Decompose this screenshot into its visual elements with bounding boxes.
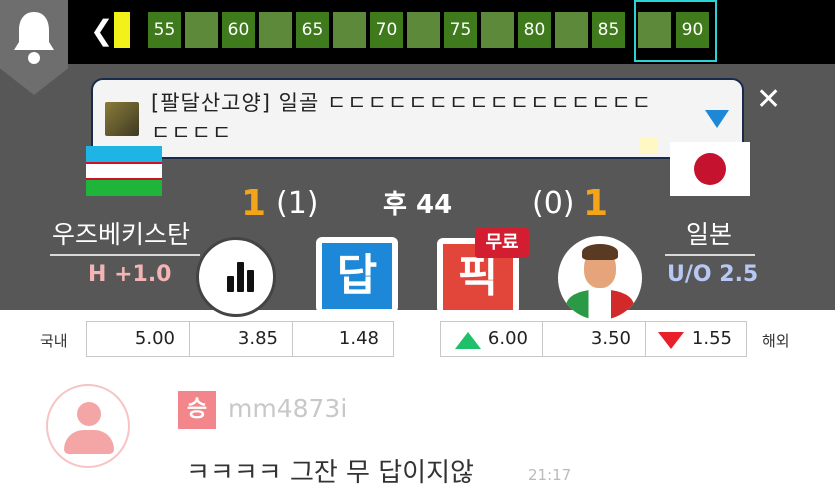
tick-blank[interactable] — [333, 12, 366, 48]
bar-chart-icon — [247, 270, 254, 292]
divider — [50, 254, 200, 256]
tick-70[interactable]: 70 — [370, 12, 403, 48]
player-avatar-button[interactable] — [558, 236, 642, 320]
handicap-label: H +1.0 — [88, 262, 172, 287]
answer-button[interactable]: 답 — [316, 237, 398, 313]
match-period: 후 44 — [383, 190, 453, 220]
tick-blank[interactable] — [555, 12, 588, 48]
tick-blank[interactable] — [185, 12, 218, 48]
close-icon[interactable]: ✕ — [756, 82, 781, 117]
win-badge: 승 — [178, 391, 216, 429]
timeline-bar: ❮ 55 60 65 70 75 80 85 90 — [0, 0, 835, 66]
domestic-label: 국내 — [40, 332, 68, 350]
divider — [665, 254, 755, 256]
tick-blank[interactable] — [259, 12, 292, 48]
odds-cell-home[interactable]: 5.00 — [86, 321, 190, 357]
away-flag — [670, 142, 750, 196]
home-score: 1 — [241, 183, 267, 224]
tick-blank[interactable] — [481, 12, 514, 48]
notice-banner[interactable]: [팔달산고양] 일골 ㄷㄷㄷㄷㄷㄷㄷㄷㄷㄷㄷㄷㄷㄷㄷㄷㄷㄷㄷㄷ — [91, 78, 744, 159]
answer-label: 답 — [322, 243, 392, 309]
overseas-label: 해외 — [762, 332, 790, 350]
tick-75[interactable]: 75 — [444, 12, 477, 48]
comment-time: 21:17 — [528, 466, 572, 484]
tick-85[interactable]: 85 — [592, 12, 625, 48]
dropdown-arrow-icon[interactable] — [705, 110, 729, 128]
free-badge: 무료 — [475, 228, 529, 258]
bar-chart-icon — [227, 276, 234, 292]
back-arrow-icon[interactable]: ❮ — [90, 14, 113, 48]
away-score: 1 — [583, 183, 609, 224]
odds-cell-away[interactable]: 1.48 — [292, 321, 394, 357]
tick-blank[interactable] — [407, 12, 440, 48]
odds-row: 국내 5.00 3.85 1.48 6.00 3.50 1.55 해외 — [0, 318, 835, 360]
user-avatar-icon[interactable] — [46, 384, 130, 468]
pick-button[interactable]: 픽 무료 — [437, 228, 529, 314]
tick-80[interactable]: 80 — [518, 12, 551, 48]
comment-text: ㅋㅋㅋㅋ 그잔 무 답이지않 — [186, 458, 474, 488]
overseas-odds-away[interactable]: 1.55 — [645, 321, 747, 357]
home-half-score: (1) — [276, 186, 319, 221]
tick-65[interactable]: 65 — [296, 12, 329, 48]
notice-thumbnail — [105, 102, 139, 136]
arrow-up-icon — [455, 332, 481, 349]
arrow-down-icon — [658, 332, 684, 349]
away-half-score: (0) — [532, 186, 575, 221]
away-team-name: 일본 — [686, 220, 733, 249]
notice-marker — [639, 138, 657, 154]
notice-text: [팔달산고양] 일골 ㄷㄷㄷㄷㄷㄷㄷㄷㄷㄷㄷㄷㄷㄷㄷㄷㄷㄷㄷㄷ — [151, 91, 653, 145]
bell-icon — [14, 12, 54, 64]
home-flag — [86, 146, 162, 196]
current-minute-marker — [114, 12, 130, 48]
selected-minute-highlight — [634, 0, 717, 62]
comment-username[interactable]: mm4873i — [228, 394, 347, 423]
tick-60[interactable]: 60 — [222, 12, 255, 48]
over-under-label: U/O 2.5 — [667, 262, 759, 287]
bar-chart-icon — [237, 262, 244, 292]
stats-button[interactable] — [196, 237, 276, 317]
home-team-name: 우즈베키스탄 — [52, 220, 191, 249]
odds-cell-draw[interactable]: 3.85 — [189, 321, 293, 357]
overseas-odds-draw[interactable]: 3.50 — [542, 321, 646, 357]
tick-55[interactable]: 55 — [148, 12, 181, 48]
overseas-odds-home[interactable]: 6.00 — [440, 321, 543, 357]
